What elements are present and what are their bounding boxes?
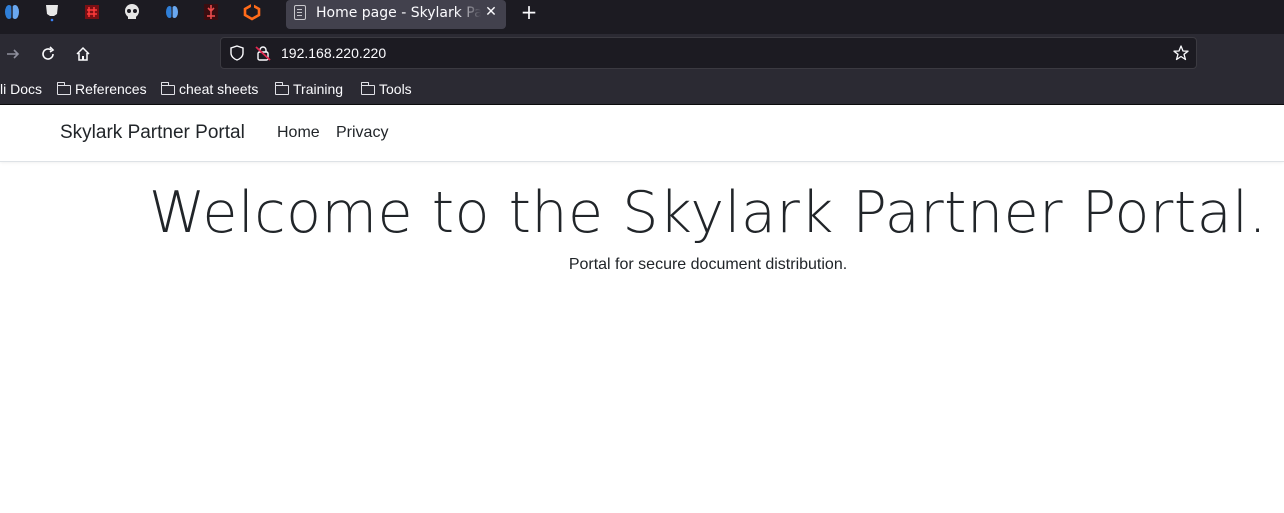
bookmark-folder-tools[interactable]: Tools <box>360 80 412 98</box>
bookmarks-toolbar: li Docs References cheat sheets Training… <box>0 73 1284 105</box>
site-brand-link[interactable]: Skylark Partner Portal <box>60 121 245 145</box>
forward-button[interactable] <box>2 43 24 65</box>
new-tab-button[interactable]: + <box>518 1 540 23</box>
url-text[interactable]: 192.168.220.220 <box>281 44 386 62</box>
folder-icon <box>56 82 71 95</box>
browser-tab-strip: Home page - Skylark Partner Portal ✕ + <box>0 0 1284 34</box>
close-tab-icon[interactable]: ✕ <box>483 2 499 22</box>
bookmark-star-icon[interactable] <box>1173 45 1189 65</box>
folder-icon <box>274 82 289 95</box>
page-icon <box>294 5 306 20</box>
home-button[interactable] <box>72 43 94 65</box>
nav-link-privacy[interactable]: Privacy <box>336 123 388 143</box>
bookmark-folder-cheat-sheets[interactable]: cheat sheets <box>160 80 259 98</box>
bookmark-label: Tools <box>379 81 412 97</box>
app-icon-3[interactable] <box>77 0 107 24</box>
app-icon-1[interactable] <box>0 0 27 24</box>
bookmark-label: References <box>75 81 147 97</box>
bookmark-folder-training[interactable]: Training <box>274 80 344 98</box>
tab-title: Home page - Skylark Partner Portal <box>316 5 481 21</box>
app-icon-6[interactable] <box>196 0 226 24</box>
browser-toolbar: 192.168.220.220 <box>0 34 1284 73</box>
bookmark-label: cheat sheets <box>179 81 259 97</box>
bookmark-label: li Docs <box>0 81 43 97</box>
page-subtitle: Portal for secure document distribution. <box>568 256 848 273</box>
site-navbar: Skylark Partner Portal Home Privacy <box>0 105 1284 162</box>
insecure-lock-icon[interactable] <box>255 45 271 65</box>
shield-icon[interactable] <box>229 45 245 65</box>
address-bar[interactable]: 192.168.220.220 <box>220 37 1197 69</box>
bookmark-label: Training <box>293 81 344 97</box>
folder-icon <box>360 82 375 95</box>
active-browser-tab[interactable]: Home page - Skylark Partner Portal ✕ <box>286 0 506 29</box>
folder-icon <box>160 82 175 95</box>
app-icon-7[interactable] <box>237 0 267 24</box>
nav-link-home[interactable]: Home <box>277 123 320 143</box>
app-icon-5[interactable] <box>157 0 187 24</box>
bookmark-docs[interactable]: li Docs <box>0 80 42 98</box>
page-heading: Welcome to the Skylark Partner Portal. <box>148 180 1268 246</box>
app-icon-2[interactable] <box>37 0 67 24</box>
skull-icon[interactable] <box>117 0 147 24</box>
bookmark-folder-references[interactable]: References <box>56 80 147 98</box>
reload-button[interactable] <box>37 43 59 65</box>
